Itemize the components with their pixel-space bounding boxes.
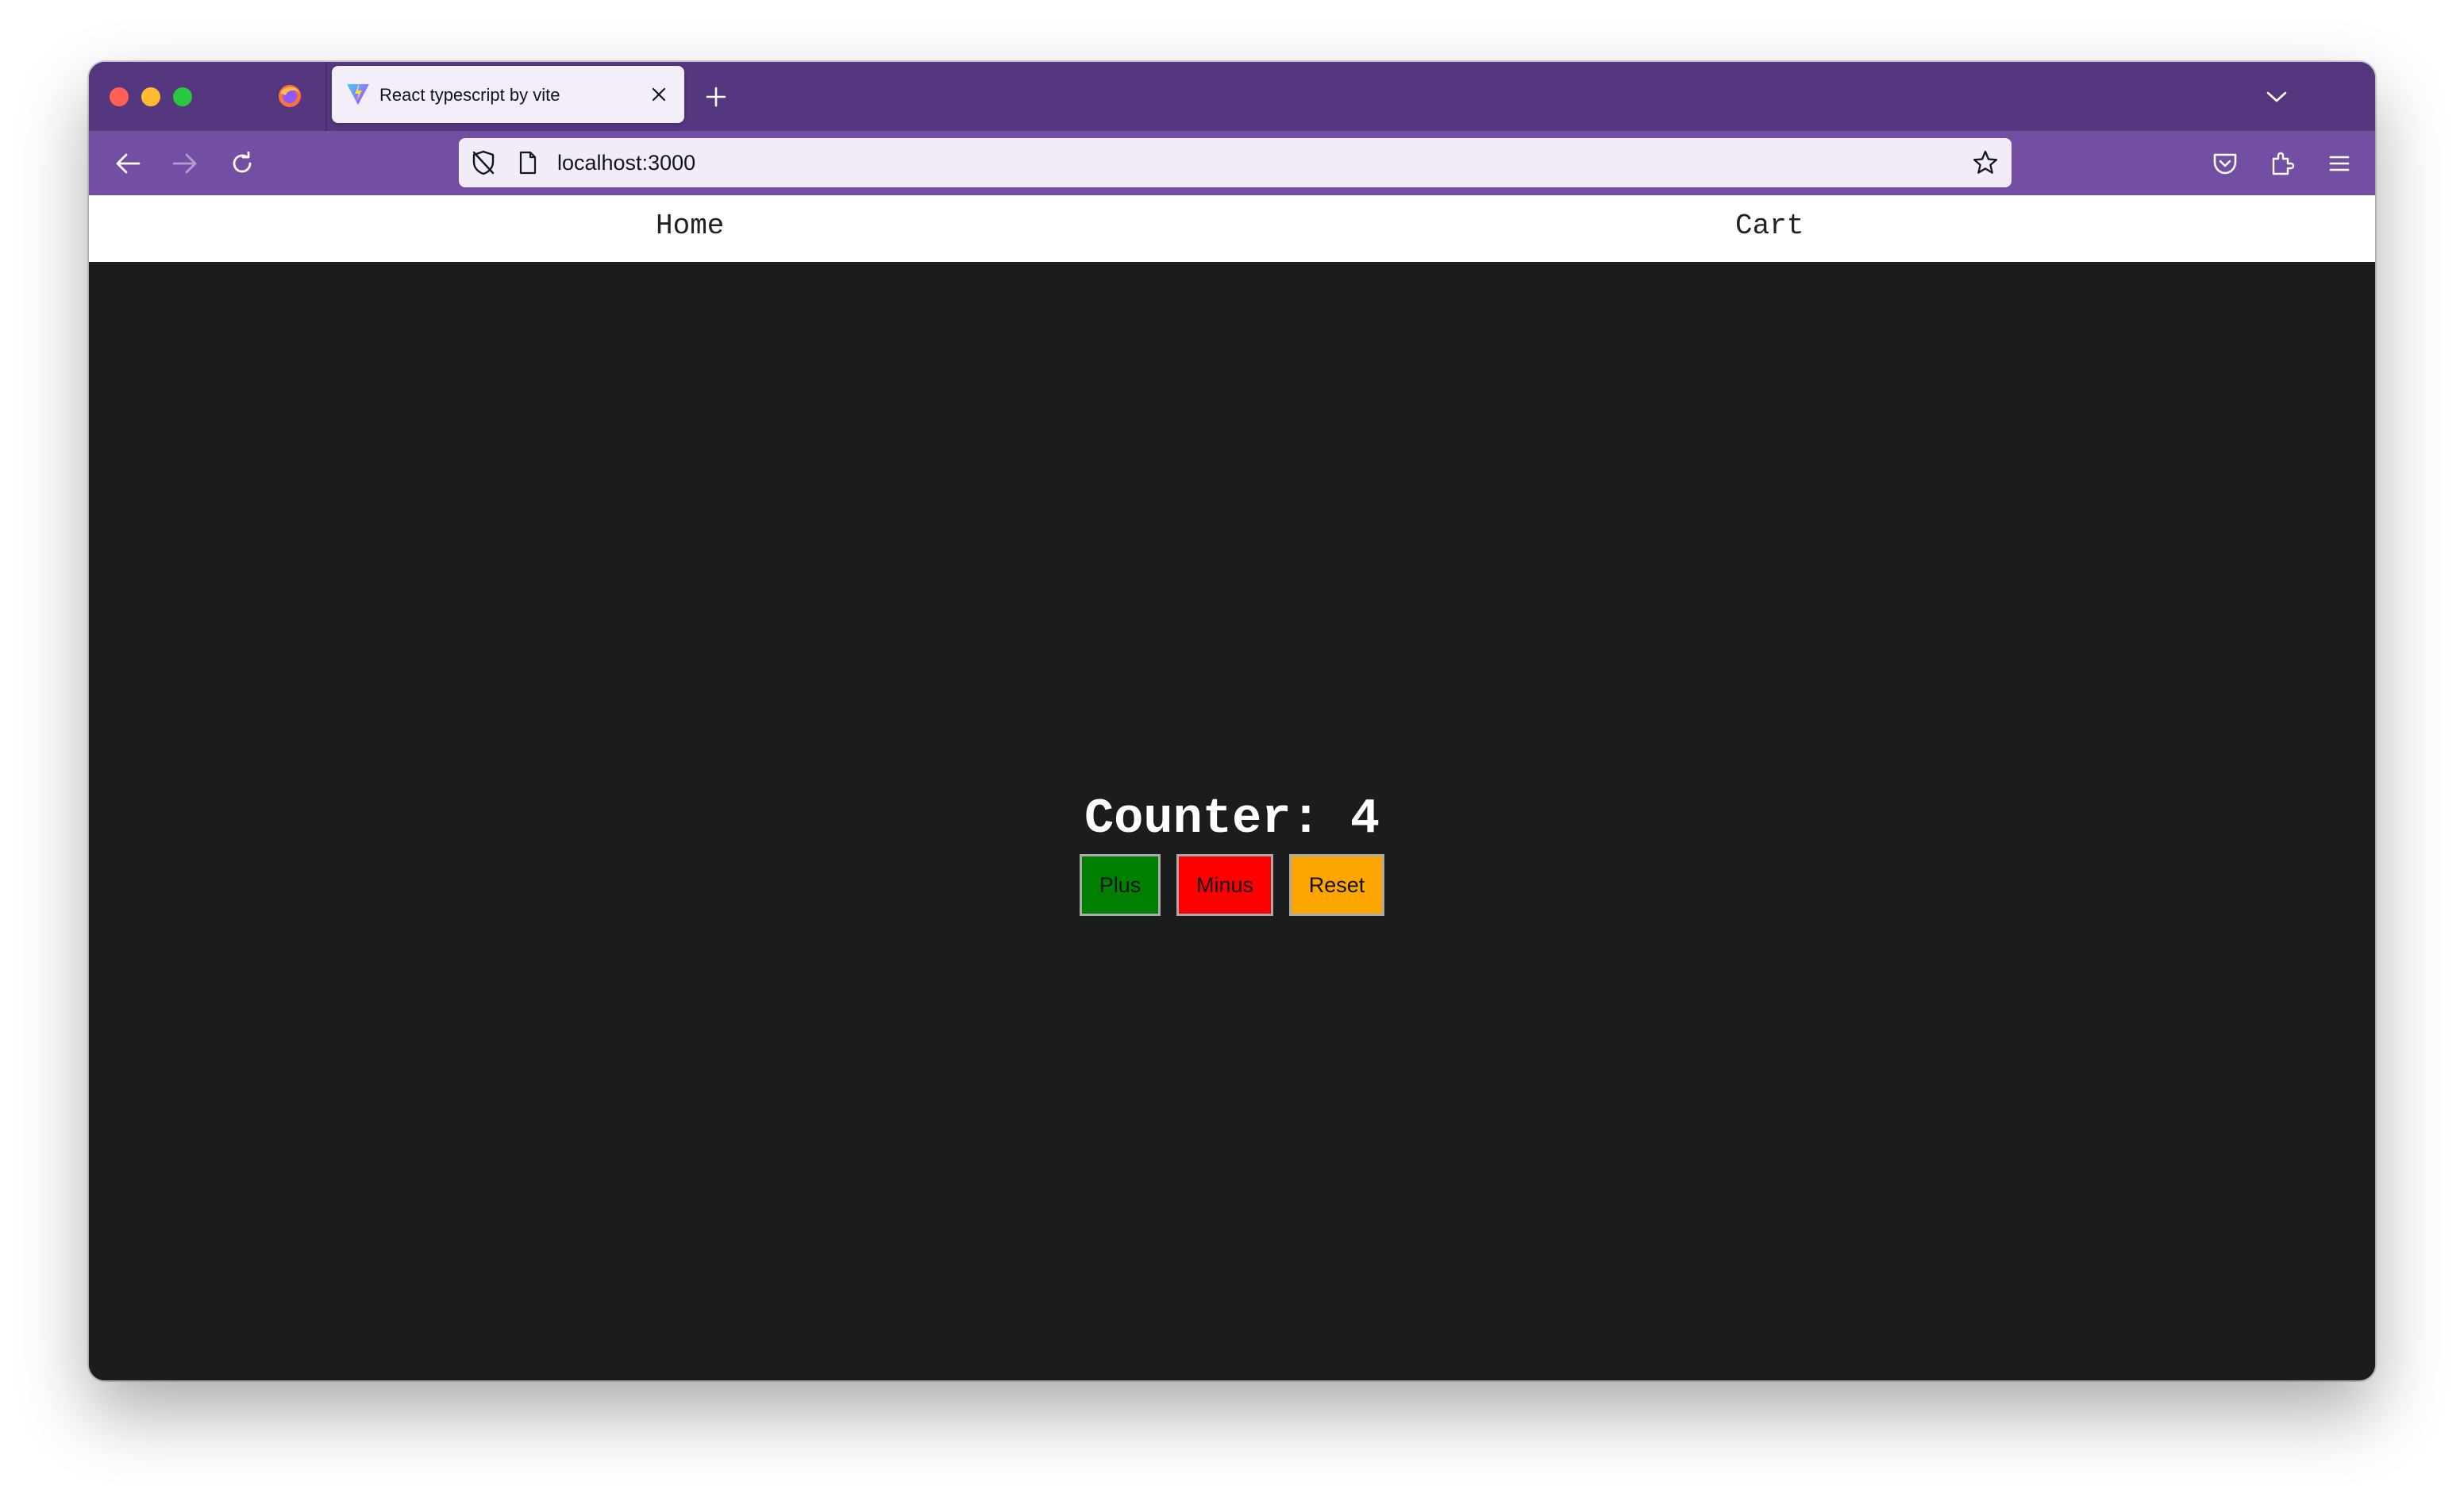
new-tab-button[interactable] (700, 81, 732, 113)
tab-active[interactable]: React typescript by vite (332, 66, 684, 123)
vite-logo-icon (345, 80, 372, 107)
forward-arrow-icon (172, 153, 197, 174)
pocket-button[interactable] (2207, 145, 2243, 182)
chevron-down-icon (2266, 91, 2287, 102)
reload-icon (233, 151, 252, 173)
minimize-window-button[interactable] (141, 87, 160, 106)
site-nav: Home Cart (89, 195, 2375, 262)
hamburger-menu-icon (2329, 156, 2350, 171)
counter-controls: Plus Minus Reset (89, 854, 2375, 916)
reset-button[interactable]: Reset (1289, 854, 1384, 916)
extensions-button[interactable] (2264, 145, 2300, 182)
list-all-tabs-button[interactable] (2261, 81, 2293, 113)
page-icon (516, 149, 540, 176)
browser-window: React typescript by vite localhost:3000 … (89, 62, 2375, 1380)
maximize-window-button[interactable] (173, 87, 192, 106)
minus-button[interactable]: Minus (1176, 854, 1273, 916)
nav-link-home[interactable]: Home (656, 210, 724, 242)
page-content: Home Cart Counter: 4 Plus Minus Reset (89, 195, 2375, 1380)
tab-strip: React typescript by vite (89, 62, 2375, 131)
nav-link-cart[interactable]: Cart (1735, 210, 1804, 242)
navigation-toolbar: localhost:3000 (89, 131, 2375, 195)
plus-button-label: Plus (1099, 872, 1142, 897)
reset-button-label: Reset (1308, 872, 1365, 897)
shield-icon[interactable] (470, 149, 497, 176)
counter-display: Counter: 4 (1084, 791, 1380, 847)
firefox-logo-icon (276, 83, 303, 110)
url-text[interactable]: localhost:3000 (557, 151, 695, 175)
app-menu-button[interactable] (2321, 145, 2358, 182)
plus-button[interactable]: Plus (1080, 854, 1161, 916)
minus-button-label: Minus (1195, 872, 1254, 897)
star-icon[interactable] (1970, 148, 2000, 178)
url-bar[interactable]: localhost:3000 (459, 138, 2012, 187)
puzzle-icon (2272, 152, 2294, 175)
back-arrow-icon (116, 153, 141, 174)
plus-icon (706, 87, 726, 107)
back-button[interactable] (110, 145, 146, 182)
reload-button[interactable] (224, 145, 260, 182)
forward-button[interactable] (167, 145, 203, 182)
tab-title: React typescript by vite (379, 85, 560, 105)
close-window-button[interactable] (110, 87, 129, 106)
pocket-icon (2213, 153, 2237, 175)
close-icon[interactable] (645, 80, 673, 109)
tab-separator (325, 62, 327, 131)
